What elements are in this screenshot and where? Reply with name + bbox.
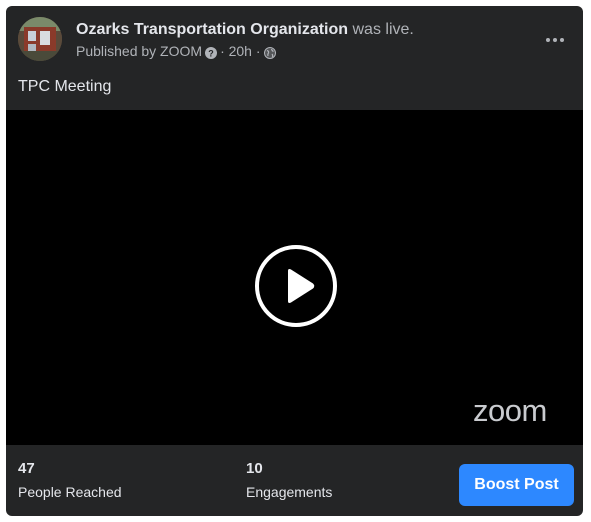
play-icon xyxy=(255,245,337,327)
live-status-text: was live. xyxy=(348,21,414,38)
post-header: Ozarks Transportation Organization was l… xyxy=(76,20,516,60)
post-meta: Published by ZOOM ? · 20h · xyxy=(76,42,516,60)
zoom-watermark-text: zoom xyxy=(473,394,547,428)
help-icon[interactable]: ? xyxy=(205,45,218,59)
engagements-label: Engagements xyxy=(246,484,333,500)
globe-icon[interactable] xyxy=(263,45,276,59)
post-card: Ozarks Transportation Organization was l… xyxy=(6,6,583,516)
zoom-watermark: zoom xyxy=(473,393,569,433)
post-title-line: Ozarks Transportation Organization was l… xyxy=(76,20,516,40)
more-options-button[interactable] xyxy=(537,22,573,58)
svg-text:?: ? xyxy=(208,49,214,59)
people-reached-stat[interactable]: 47 People Reached xyxy=(18,459,122,502)
boost-post-button[interactable]: Boost Post xyxy=(459,464,574,506)
published-by-text: Published by ZOOM xyxy=(76,43,203,59)
post-text: TPC Meeting xyxy=(18,78,112,95)
people-reached-label: People Reached xyxy=(18,484,122,500)
post-time[interactable]: · 20h · xyxy=(220,42,260,60)
video-player[interactable]: zoom xyxy=(6,110,583,445)
people-reached-value: 47 xyxy=(18,460,35,477)
page-name-link[interactable]: Ozarks Transportation Organization xyxy=(76,21,348,38)
play-button[interactable] xyxy=(254,244,338,328)
insights-bar: 47 People Reached 10 Engagements Boost P… xyxy=(6,445,583,516)
more-options-icon xyxy=(546,38,564,42)
avatar[interactable] xyxy=(18,17,62,61)
engagements-value: 10 xyxy=(246,460,263,477)
engagements-stat[interactable]: 10 Engagements xyxy=(246,459,332,502)
building-photo-icon xyxy=(18,17,62,61)
